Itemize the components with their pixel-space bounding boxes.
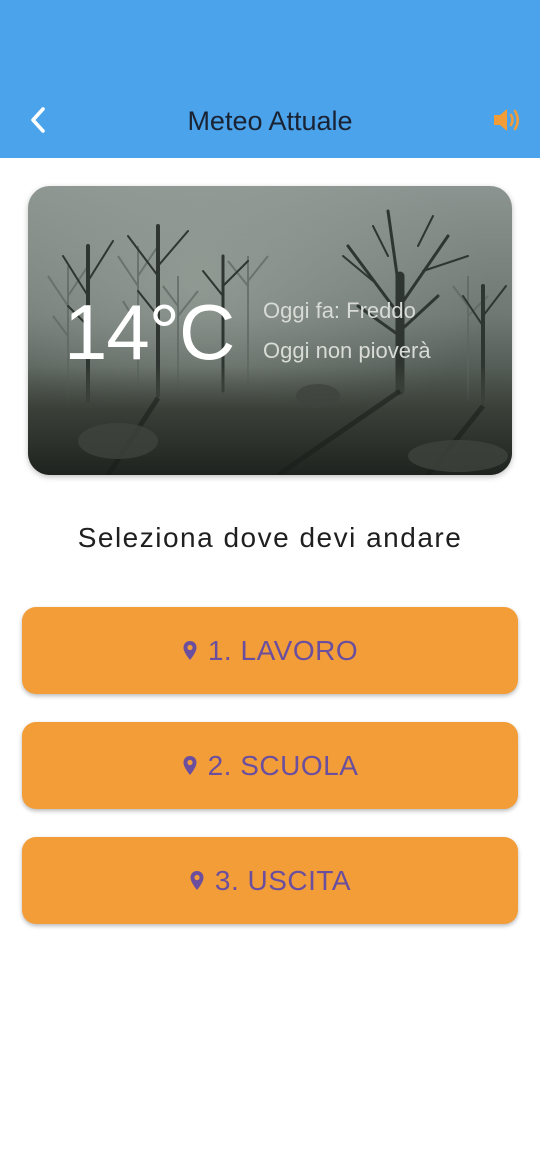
sound-button[interactable]: [490, 102, 526, 138]
rain-forecast: Oggi non pioverà: [263, 338, 431, 363]
destination-label: 3. USCITA: [214, 864, 352, 896]
destination-button-lavoro[interactable]: 1. LAVORO: [22, 607, 518, 694]
location-pin-icon: [190, 870, 204, 890]
location-pin-icon: [183, 640, 197, 660]
screen: Meteo Attuale 14°C Oggi fa: Freddo Oggi …: [0, 0, 540, 1169]
destination-label: 2. SCUOLA: [207, 749, 359, 781]
destination-button-scuola[interactable]: 2. SCUOLA: [22, 722, 518, 809]
weather-condition: Oggi fa: Freddo: [263, 298, 416, 323]
page-title: Meteo Attuale: [187, 106, 353, 136]
destination-prompt: Seleziona dove devi andare: [77, 522, 463, 553]
destination-label: 1. LAVORO: [207, 634, 359, 666]
temperature: 14°C: [64, 288, 235, 376]
weather-card: 14°C Oggi fa: Freddo Oggi non pioverà: [28, 186, 512, 475]
location-pin-icon: [183, 755, 197, 775]
app-bar: Meteo Attuale: [0, 0, 540, 158]
speaker-volume-icon: [494, 109, 520, 131]
destination-button-uscita[interactable]: 3. USCITA: [22, 837, 518, 924]
